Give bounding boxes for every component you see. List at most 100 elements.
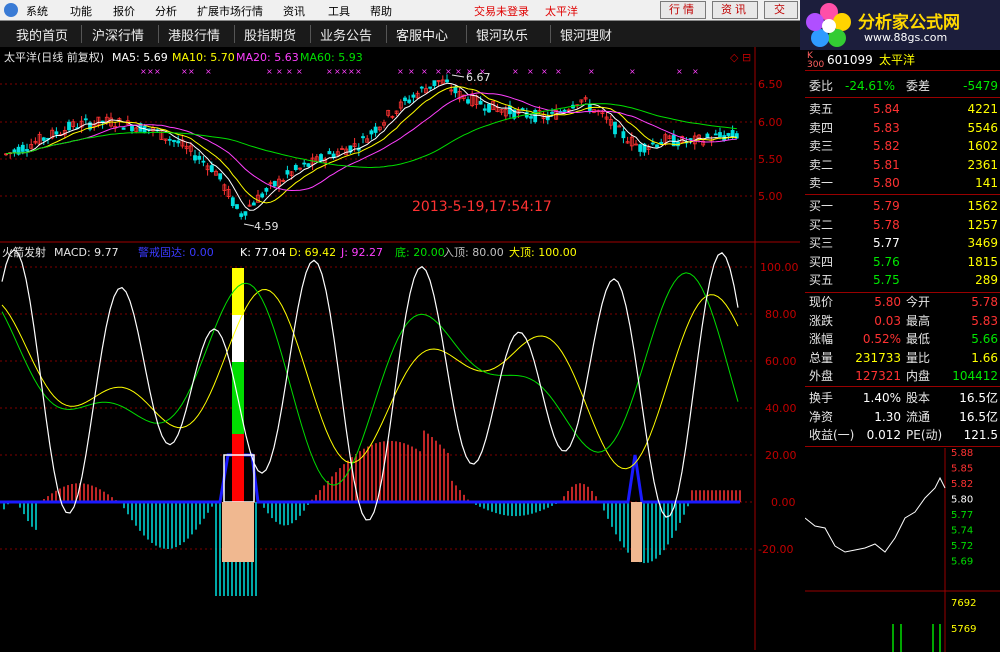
candle-body — [293, 164, 298, 170]
fund-value: 0.012 — [866, 428, 901, 442]
brand-url[interactable]: www.88gs.com — [864, 31, 947, 44]
stat-label: 量比 — [906, 350, 931, 365]
divider — [805, 70, 1000, 71]
bid-row[interactable]: 买二 5.78 1257 — [805, 217, 1000, 234]
signal-mark: × — [147, 67, 154, 76]
fund-label: 流通 — [906, 409, 931, 424]
indicator-tick: -20.00 — [758, 543, 793, 556]
ask-label: 卖五 — [809, 102, 834, 116]
bid-row[interactable]: 买四 5.76 1815 — [805, 254, 1000, 271]
stat-value: 1.66 — [971, 350, 998, 365]
divider — [805, 97, 1000, 98]
nav-separator — [234, 25, 235, 43]
candle-body — [83, 118, 88, 121]
fund-value: 16.5亿 — [959, 391, 998, 405]
divider — [805, 194, 1000, 195]
bid-label: 买一 — [809, 199, 834, 213]
candle-body — [319, 154, 323, 162]
bid-row[interactable]: 买五 5.75 289 — [805, 272, 1000, 289]
chart-options-icon[interactable]: ◇ ⊟ — [730, 51, 751, 64]
menu-system[interactable]: 系统 — [26, 3, 48, 19]
ask-row[interactable]: 卖五 5.84 4221 — [805, 101, 1000, 118]
ask-row[interactable]: 卖二 5.81 2361 — [805, 157, 1000, 174]
news-button[interactable]: 资讯 — [712, 1, 758, 19]
nav-shsz[interactable]: 沪深行情 — [92, 25, 144, 44]
current-stock-short: 太平洋 — [545, 5, 578, 18]
ma60-label: MA60: 5.93 — [300, 51, 363, 64]
weicha-label: 委差 — [906, 79, 931, 93]
menu-quote[interactable]: 报价 — [113, 3, 135, 19]
candle-body — [193, 155, 197, 161]
trade-login-status[interactable]: 交易未登录 — [474, 3, 529, 19]
stock-header: K 300 601099 太平洋 — [805, 52, 1000, 70]
nav-yinhe-finance[interactable]: 银河理财 — [560, 25, 612, 44]
candle-body — [508, 105, 512, 115]
candle-body — [482, 108, 487, 111]
candle-body — [407, 99, 412, 103]
fund-label: PE(动) — [906, 428, 943, 442]
stock-name: 太平洋 — [879, 53, 916, 67]
stat-value: 0.52% — [862, 332, 901, 346]
stat-label: 内盘 — [906, 369, 931, 383]
ask-row[interactable]: 卖一 5.80 141 — [805, 175, 1000, 192]
menu-news[interactable]: 资讯 — [283, 3, 305, 19]
candle-body — [12, 149, 17, 153]
ask-label: 卖三 — [809, 139, 834, 153]
quote-panel: K 300 601099 太平洋 委比 -24.61% 委差 -5479 卖五 5… — [805, 52, 1000, 652]
candle-body — [260, 193, 265, 198]
nav-service[interactable]: 客服中心 — [396, 25, 448, 44]
trade-button[interactable]: 交 — [764, 1, 798, 19]
signal-mark: × — [512, 67, 519, 76]
market-button[interactable]: 行情 — [660, 1, 706, 19]
candle-body — [306, 163, 311, 167]
candle-body — [167, 138, 172, 141]
price-tick: 5.00 — [758, 190, 783, 203]
stat-value: 231733 — [855, 350, 901, 365]
stock-code: 601099 — [827, 53, 873, 67]
nav-futures[interactable]: 股指期货 — [244, 25, 296, 44]
menu-analysis[interactable]: 分析 — [155, 3, 177, 19]
ask-row[interactable]: 卖四 5.83 5546 — [805, 120, 1000, 137]
signal-mark: × — [421, 67, 428, 76]
bid-label: 买二 — [809, 217, 834, 232]
candle-body — [730, 130, 735, 138]
candle-body — [718, 132, 722, 138]
nav-separator — [158, 25, 159, 43]
nav-announcements[interactable]: 业务公告 — [320, 25, 372, 44]
stat-value: 5.80 — [874, 295, 901, 309]
intraday-mini-chart[interactable]: 5.88 5.85 5.82 5.80 5.77 5.74 5.72 5.69 7692 5769 — [805, 448, 1000, 652]
app-logo-icon — [4, 3, 18, 17]
stat-value: 5.78 — [971, 295, 998, 309]
signal-mark: × — [154, 67, 161, 76]
bid-label: 买五 — [809, 273, 834, 287]
signal-mark: × — [334, 67, 341, 76]
ask-price: 5.83 — [873, 120, 900, 135]
nav-hk[interactable]: 港股行情 — [168, 25, 220, 44]
stat-label: 现价 — [809, 295, 834, 309]
candle-body — [453, 86, 458, 94]
nav-yinhe-fun[interactable]: 银河玖乐 — [476, 25, 528, 44]
candle-body — [251, 202, 256, 206]
menu-extended-market[interactable]: 扩展市场行情 — [197, 3, 263, 19]
menu-tools[interactable]: 工具 — [328, 3, 350, 19]
nav-separator — [550, 25, 551, 43]
candle-body — [41, 137, 46, 141]
mini-price-tick: 5.72 — [951, 541, 973, 552]
menu-help[interactable]: 帮助 — [370, 3, 392, 19]
fundamental-row: 净资 1.30 流通 16.5亿 — [805, 409, 1000, 426]
nav-home[interactable]: 我的首页 — [16, 25, 68, 44]
bid-row[interactable]: 买三 5.77 3469 — [805, 235, 1000, 252]
signal-mark: × — [527, 67, 534, 76]
low-price-label: 4.59 — [254, 220, 279, 233]
candle-body — [621, 131, 626, 139]
menu-function[interactable]: 功能 — [70, 3, 92, 19]
bid-volume: 1257 — [967, 217, 998, 232]
candle-body — [25, 149, 29, 152]
candle-body — [201, 160, 206, 163]
chart-area[interactable]: × × × × × × × × × × × × × × × × × × × × × × × × × × × × × × × 太平洋(日线 前… — [0, 47, 800, 650]
bid-row[interactable]: 买一 5.79 1562 — [805, 198, 1000, 215]
fund-label: 收益(一) — [809, 428, 855, 442]
ask-row[interactable]: 卖三 5.82 1602 — [805, 138, 1000, 155]
candle-body — [172, 140, 176, 143]
fund-value: 121.5 — [963, 428, 998, 442]
